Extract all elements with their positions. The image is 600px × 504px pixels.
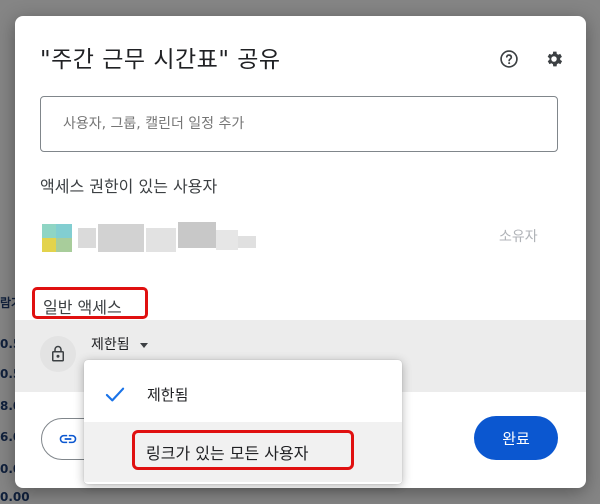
avatar <box>42 224 72 252</box>
people-with-access-heading: 액세스 권한이 있는 사용자 <box>40 177 218 196</box>
check-icon <box>105 387 125 402</box>
general-access-value: 제한됨 <box>91 337 130 353</box>
lock-badge <box>40 336 76 372</box>
owner-role-label: 소유자 <box>499 229 538 245</box>
help-circle-icon <box>500 50 518 68</box>
link-icon <box>59 434 77 444</box>
general-access-heading: 일반 액세스 <box>43 298 122 317</box>
done-button[interactable]: 완료 <box>474 416 558 460</box>
menu-item-anyone-with-link[interactable]: 링크가 있는 모든 사용자 <box>84 422 402 482</box>
menu-item-label: 링크가 있는 모든 사용자 <box>146 444 309 463</box>
general-access-select[interactable]: 제한됨 <box>91 334 148 354</box>
owner-user-row <box>40 212 560 262</box>
dialog-title: "주간 근무 시간표" 공유 <box>40 47 281 73</box>
caret-down-icon <box>139 342 148 348</box>
add-people-input[interactable] <box>40 96 558 152</box>
menu-item-label: 제한됨 <box>147 385 189 404</box>
help-button[interactable] <box>497 47 521 71</box>
general-access-menu: 제한됨 링크가 있는 모든 사용자 <box>84 360 402 484</box>
menu-item-restricted[interactable]: 제한됨 <box>84 364 402 424</box>
gear-icon <box>547 51 563 67</box>
lock-icon <box>52 345 64 362</box>
settings-button[interactable] <box>542 47 566 71</box>
